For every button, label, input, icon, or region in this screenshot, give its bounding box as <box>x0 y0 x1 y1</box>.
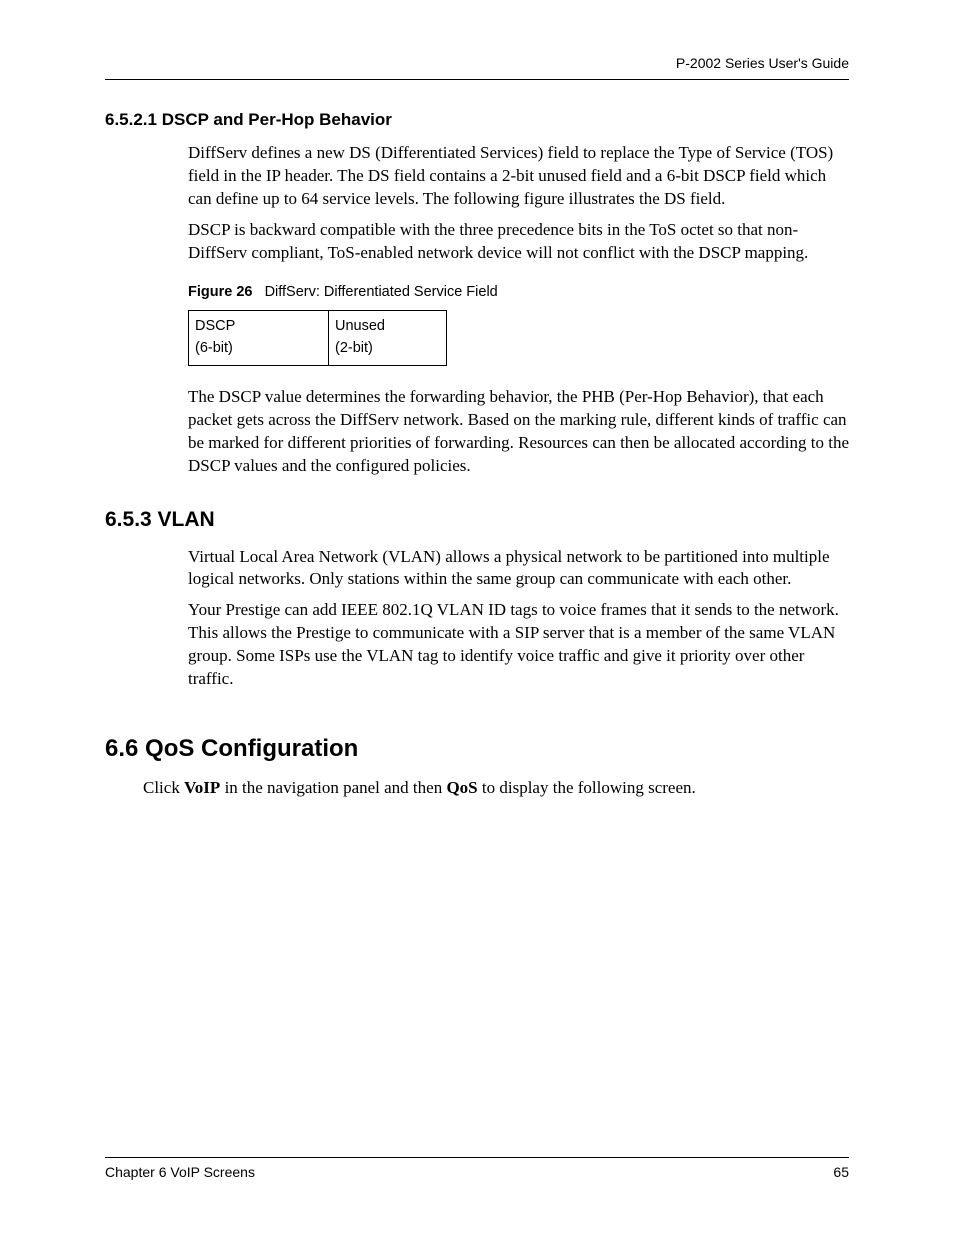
cell-dscp: DSCP (6-bit) <box>189 311 329 366</box>
para-6521-3: The DSCP value determines the forwarding… <box>188 386 849 478</box>
para-653-2: Your Prestige can add IEEE 802.1Q VLAN I… <box>188 599 849 691</box>
heading-66: 6.6 QoS Configuration <box>105 735 849 763</box>
para-653-1: Virtual Local Area Network (VLAN) allows… <box>188 546 849 592</box>
heading-653: 6.5.3 VLAN <box>105 508 849 532</box>
heading-6521: 6.5.2.1 DSCP and Per-Hop Behavior <box>105 110 849 130</box>
page-footer: Chapter 6 VoIP Screens 65 <box>105 1157 849 1180</box>
footer-chapter: Chapter 6 VoIP Screens <box>105 1164 255 1180</box>
para-6521-1: DiffServ defines a new DS (Differentiate… <box>188 142 849 211</box>
cell-dscp-line1: DSCP <box>195 318 235 334</box>
para-66-prefix: Click <box>143 778 184 797</box>
cell-unused-line2: (2-bit) <box>335 340 373 356</box>
para-6521-2: DSCP is backward compatible with the thr… <box>188 219 849 265</box>
cell-unused: Unused (2-bit) <box>329 311 447 366</box>
para-66-bold1: VoIP <box>184 778 220 797</box>
cell-dscp-line2: (6-bit) <box>195 340 233 356</box>
footer-page-number: 65 <box>833 1164 849 1180</box>
section-66-body: Click VoIP in the navigation panel and t… <box>105 777 849 800</box>
para-66-bold2: QoS <box>446 778 477 797</box>
ds-field-table: DSCP (6-bit) Unused (2-bit) <box>188 310 447 366</box>
figure-label: Figure 26 <box>188 284 252 300</box>
figure-26-caption: Figure 26 DiffServ: Differentiated Servi… <box>188 283 849 303</box>
cell-unused-line1: Unused <box>335 318 385 334</box>
para-66-mid: in the navigation panel and then <box>220 778 446 797</box>
header-guide-title: P-2002 Series User's Guide <box>105 55 849 80</box>
table-row: DSCP (6-bit) Unused (2-bit) <box>189 311 447 366</box>
para-66-suffix: to display the following screen. <box>478 778 696 797</box>
section-6521-body: DiffServ defines a new DS (Differentiate… <box>105 142 849 478</box>
para-66-1: Click VoIP in the navigation panel and t… <box>143 777 849 800</box>
figure-title: DiffServ: Differentiated Service Field <box>265 284 498 300</box>
section-653-body: Virtual Local Area Network (VLAN) allows… <box>105 546 849 692</box>
